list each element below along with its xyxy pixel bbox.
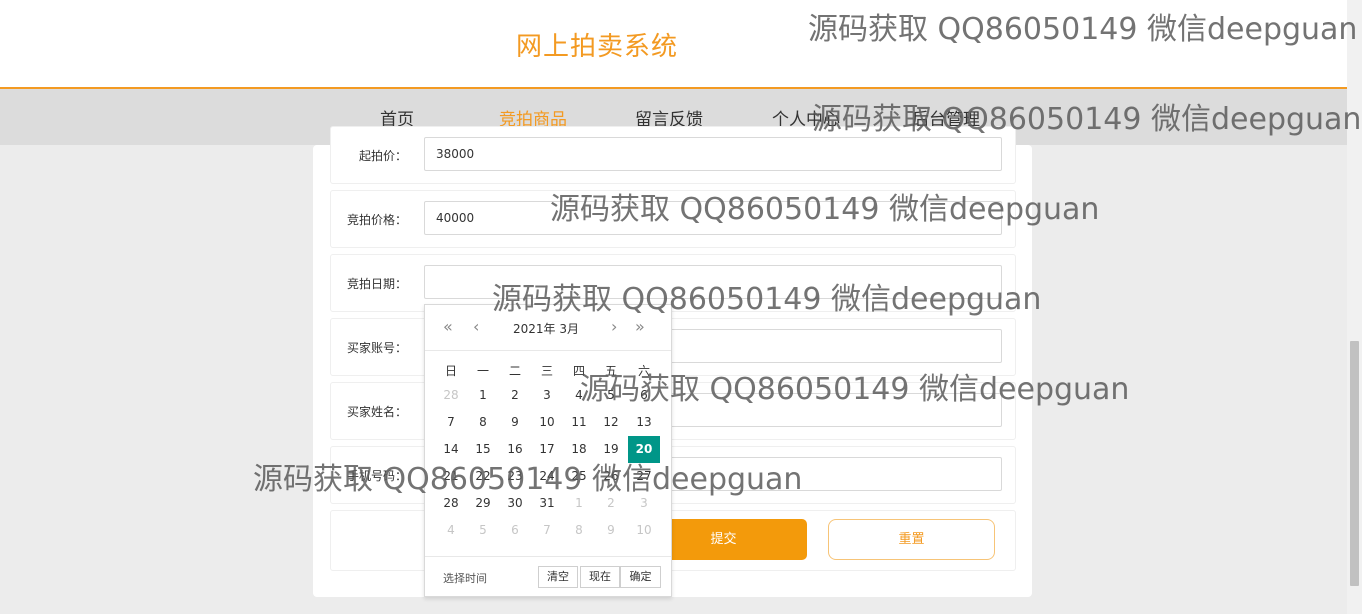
calendar-day[interactable]: 5 xyxy=(467,517,499,544)
calendar-day[interactable]: 8 xyxy=(563,517,595,544)
calendar-day[interactable]: 7 xyxy=(531,517,563,544)
confirm-button[interactable]: 确定 xyxy=(620,566,661,588)
calendar-day[interactable]: 8 xyxy=(467,409,499,436)
prev-month-icon[interactable]: ‹ xyxy=(473,317,479,336)
calendar-day[interactable]: 2 xyxy=(499,382,531,409)
next-month-icon[interactable]: › xyxy=(611,317,617,336)
calendar-day[interactable]: 7 xyxy=(435,409,467,436)
prev-year-icon[interactable]: « xyxy=(443,317,453,336)
calendar-day[interactable]: 28 xyxy=(435,382,467,409)
date-picker-footer: 选择时间 清空 现在 确定 xyxy=(425,556,671,597)
weekday-label: 日 xyxy=(444,364,457,378)
bid-price-label: 竞拍价格： xyxy=(346,213,407,227)
reset-button[interactable]: 重置 xyxy=(828,519,995,560)
page-scrollbar[interactable] xyxy=(1347,0,1362,614)
watermark-text: 源码获取 QQ86050149 微信deepguan xyxy=(808,12,1358,47)
start-price-input[interactable]: 38000 xyxy=(424,137,1002,171)
weekday-label: 一 xyxy=(476,364,489,378)
calendar-day[interactable]: 9 xyxy=(499,409,531,436)
buyer-name-label: 买家姓名： xyxy=(346,405,407,419)
watermark-text: 源码获取 QQ86050149 微信deepguan xyxy=(253,462,803,497)
calendar-day[interactable]: 1 xyxy=(467,382,499,409)
clear-button[interactable]: 清空 xyxy=(538,566,578,588)
calendar-day[interactable]: 13 xyxy=(628,409,660,436)
calendar-day[interactable]: 4 xyxy=(435,517,467,544)
date-picker-popup: « ‹ 2021年 3月 › » 日一二三四五六 28 1 2 3 4 5 6 7 8 9 10 11… xyxy=(424,304,672,597)
watermark-text: 源码获取 QQ86050149 微信deepguan xyxy=(550,192,1100,227)
watermark-text: 源码获取 QQ86050149 微信deepguan xyxy=(492,282,1042,317)
start-price-label: 起拍价： xyxy=(358,149,407,163)
calendar-day[interactable]: 12 xyxy=(595,409,627,436)
year-month-label[interactable]: 2021年 3月 xyxy=(513,320,579,337)
weekday-label: 二 xyxy=(508,364,521,378)
weekday-label: 三 xyxy=(540,364,553,378)
calendar-day[interactable]: 10 xyxy=(628,517,660,544)
calendar-day[interactable]: 6 xyxy=(499,517,531,544)
watermark-text: 源码获取 QQ86050149 微信deepguan xyxy=(812,102,1362,137)
select-time-link[interactable]: 选择时间 xyxy=(443,570,487,586)
next-year-icon[interactable]: » xyxy=(635,317,645,336)
buyer-account-label: 买家账号： xyxy=(346,341,407,355)
calendar-day[interactable]: 10 xyxy=(531,409,563,436)
scrollbar-thumb[interactable] xyxy=(1350,341,1359,586)
bid-date-label: 竞拍日期： xyxy=(346,277,407,291)
calendar-day[interactable]: 11 xyxy=(563,409,595,436)
site-title: 网上拍卖系统 xyxy=(516,32,679,62)
now-button[interactable]: 现在 xyxy=(580,566,620,588)
watermark-text: 源码获取 QQ86050149 微信deepguan xyxy=(580,372,1130,407)
calendar-day[interactable]: 3 xyxy=(531,382,563,409)
calendar-day[interactable]: 9 xyxy=(595,517,627,544)
